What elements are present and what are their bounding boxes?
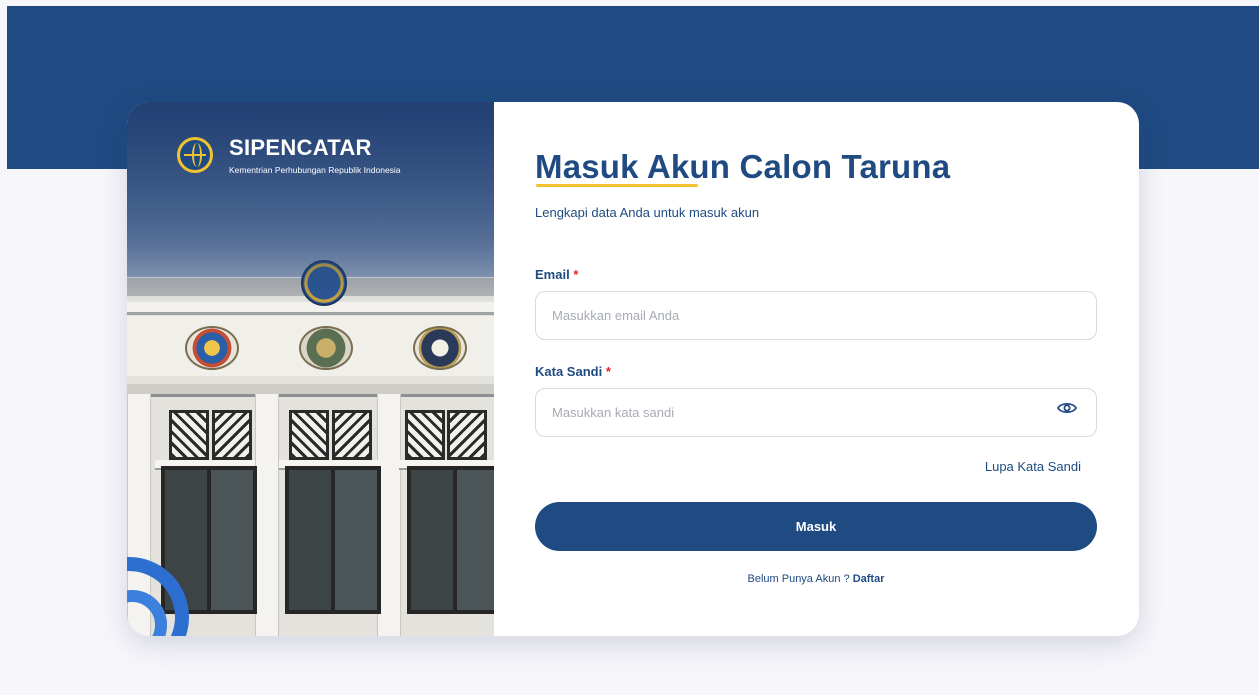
form-subtitle: Lengkapi data Anda untuk masuk akun	[535, 205, 760, 220]
brand-name: SIPENCATAR	[229, 135, 372, 160]
window	[407, 466, 494, 614]
emblem-center	[299, 326, 353, 370]
login-form: Masuk Akun Calon Taruna Lengkapi data An…	[535, 102, 1097, 636]
title-underline	[536, 184, 698, 187]
email-input[interactable]	[535, 291, 1097, 340]
page-title: Masuk Akun Calon Taruna	[535, 148, 951, 185]
globe-emblem-icon	[177, 137, 213, 173]
emblem-right	[413, 326, 467, 370]
brand-logo: SIPENCATAR Kementrian Perhubungan Republ…	[177, 135, 401, 177]
emblem-left	[185, 326, 239, 370]
password-label: Kata Sandi *	[535, 364, 611, 379]
brand-subtitle: Kementrian Perhubungan Republik Indonesi…	[229, 165, 401, 175]
login-card: SIPENCATAR Kementrian Perhubungan Republ…	[127, 102, 1139, 636]
eye-icon[interactable]	[1057, 401, 1077, 415]
required-marker: *	[573, 267, 579, 282]
campus-building-image: SIPENCATAR Kementrian Perhubungan Republ…	[127, 102, 494, 636]
required-marker: *	[605, 364, 611, 379]
register-link[interactable]: Daftar	[853, 573, 885, 585]
forgot-password-link[interactable]: Lupa Kata Sandi	[985, 459, 1081, 474]
register-prompt: Belum Punya Akun ? Daftar	[747, 573, 885, 585]
window	[285, 466, 381, 614]
login-button[interactable]: Masuk	[535, 502, 1097, 551]
email-label: Email *	[535, 267, 579, 282]
password-input[interactable]	[535, 388, 1097, 437]
